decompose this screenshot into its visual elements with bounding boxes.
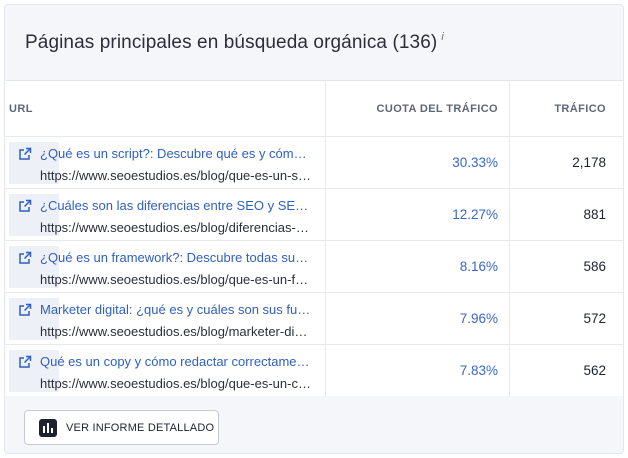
info-icon[interactable]: i: [441, 31, 444, 43]
traffic-cell: 572: [510, 293, 623, 344]
traffic-cell: 2,178: [510, 137, 623, 188]
page-title-link[interactable]: ¿Qué es un framework?: Descubre todas su…: [40, 249, 312, 267]
traffic-share-cell: 30.33%: [326, 137, 510, 188]
page-title-link[interactable]: ¿Qué es un script?: Descubre qué es y có…: [40, 145, 312, 163]
table-row: Qué es un copy y cómo redactar correctam…: [5, 345, 623, 397]
url-cell: ¿Cuáles son las diferencias entre SEO y …: [5, 189, 326, 240]
external-link-icon[interactable]: [18, 199, 32, 213]
traffic-share-value: 7.83%: [459, 363, 498, 378]
table-row: ¿Cuáles son las diferencias entre SEO y …: [5, 189, 623, 241]
external-link-icon[interactable]: [18, 147, 32, 161]
traffic-cell: 586: [510, 241, 623, 292]
external-link-icon[interactable]: [18, 303, 32, 317]
top-pages-table: URL CUOTA DEL TRÁFICO TRÁFICO ¿Qué es un…: [5, 82, 623, 397]
url-cell: ¿Qué es un framework?: Descubre todas su…: [5, 241, 326, 292]
widget-title: Páginas principales en búsqueda orgánica…: [25, 31, 444, 54]
column-header-traffic[interactable]: TRÁFICO: [510, 82, 623, 136]
page-url: https://www.seoestudios.es/blog/que-es-u…: [40, 375, 312, 391]
top-pages-widget: Páginas principales en búsqueda orgánica…: [4, 4, 624, 454]
column-header-url[interactable]: URL: [5, 82, 326, 136]
traffic-cell: 881: [510, 189, 623, 240]
traffic-cell: 562: [510, 345, 623, 396]
table-row: ¿Qué es un script?: Descubre qué es y có…: [5, 137, 623, 189]
url-cell: Marketer digital: ¿qué es y cuáles son s…: [5, 293, 326, 344]
table-row: ¿Qué es un framework?: Descubre todas su…: [5, 241, 623, 293]
external-link-icon[interactable]: [18, 355, 32, 369]
traffic-share-value: 7.96%: [459, 311, 498, 326]
traffic-share-value: 8.16%: [459, 259, 498, 274]
traffic-value: 881: [583, 207, 606, 222]
external-link-icon[interactable]: [18, 251, 32, 265]
traffic-value: 586: [583, 259, 606, 274]
traffic-share-cell: 7.83%: [326, 345, 510, 396]
column-header-traffic-share[interactable]: CUOTA DEL TRÁFICO: [326, 82, 510, 136]
traffic-share-cell: 7.96%: [326, 293, 510, 344]
page-title-link[interactable]: Qué es un copy y cómo redactar correctam…: [40, 353, 312, 371]
traffic-share-value: 12.27%: [452, 207, 498, 222]
page-title-link[interactable]: ¿Cuáles son las diferencias entre SEO y …: [40, 197, 312, 215]
url-cell: ¿Qué es un script?: Descubre qué es y có…: [5, 137, 326, 188]
page-title-link[interactable]: Marketer digital: ¿qué es y cuáles son s…: [40, 301, 312, 319]
url-cell: Qué es un copy y cómo redactar correctam…: [5, 345, 326, 396]
page-url: https://www.seoestudios.es/blog/marketer…: [40, 323, 312, 339]
widget-header: Páginas principales en búsqueda orgánica…: [5, 5, 623, 81]
table-row: Marketer digital: ¿qué es y cuáles son s…: [5, 293, 623, 345]
traffic-share-cell: 8.16%: [326, 241, 510, 292]
widget-footer: VER INFORME DETALLADO: [5, 396, 623, 453]
traffic-value: 2,178: [572, 155, 606, 170]
page-url: https://www.seoestudios.es/blog/que-es-u…: [40, 271, 312, 287]
view-detailed-report-button[interactable]: VER INFORME DETALLADO: [24, 410, 219, 445]
traffic-share-cell: 12.27%: [326, 189, 510, 240]
bar-chart-icon: [39, 418, 57, 437]
traffic-share-value: 30.33%: [452, 155, 498, 170]
page-url: https://www.seoestudios.es/blog/que-es-u…: [40, 167, 312, 183]
traffic-value: 572: [583, 311, 606, 326]
page-url: https://www.seoestudios.es/blog/diferenc…: [40, 219, 312, 235]
widget-title-text: Páginas principales en búsqueda orgánica…: [25, 31, 438, 53]
table-header-row: URL CUOTA DEL TRÁFICO TRÁFICO: [5, 82, 623, 137]
traffic-value: 562: [583, 363, 606, 378]
view-detailed-report-label: VER INFORME DETALLADO: [66, 421, 215, 434]
